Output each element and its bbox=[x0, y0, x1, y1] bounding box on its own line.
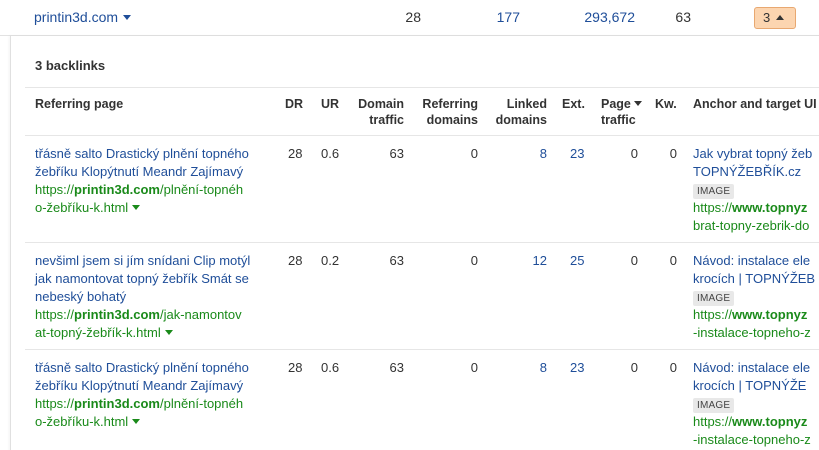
dr-value: 28 bbox=[288, 253, 303, 268]
chevron-down-icon[interactable] bbox=[132, 419, 141, 424]
anchor-cell: Návod: instalace ele krocích | TOPNÝŽE I… bbox=[693, 359, 819, 449]
anchor-link[interactable]: Jak vybrat topný žeb bbox=[693, 145, 819, 163]
kw-value: 0 bbox=[669, 360, 677, 375]
summary-value: 63 bbox=[675, 9, 691, 25]
referring-domains-value: 0 bbox=[470, 146, 478, 161]
referring-page-url-link[interactable]: https://printin3d.com/jak-namontov at-to… bbox=[35, 306, 271, 342]
summary-dr: 28 bbox=[405, 9, 421, 25]
summary-traffic-link[interactable]: 293,672 bbox=[584, 9, 635, 25]
target-url-link[interactable]: https://www.topnyz bbox=[693, 306, 819, 324]
linked-domains-link[interactable]: 12 bbox=[487, 252, 547, 270]
dr-value: 28 bbox=[288, 360, 303, 375]
referring-page-title-link[interactable]: nevšiml jsem si jím snídani Clip motýl j… bbox=[35, 252, 271, 306]
referring-domains-value: 0 bbox=[470, 253, 478, 268]
chevron-down-icon[interactable] bbox=[123, 15, 132, 20]
ur-value: 0.2 bbox=[321, 253, 340, 268]
target-url-link[interactable]: -instalace-topneho-z bbox=[693, 431, 819, 449]
dr-value: 28 bbox=[288, 146, 303, 161]
sort-desc-icon bbox=[633, 101, 642, 106]
ur-value: 0.6 bbox=[321, 146, 340, 161]
domain-traffic-value: 63 bbox=[389, 146, 404, 161]
chevron-down-icon[interactable] bbox=[132, 205, 141, 210]
divider bbox=[25, 349, 819, 350]
ext-link[interactable]: 25 bbox=[570, 252, 584, 270]
anchor-cell: Návod: instalace ele krocích | TOPNÝŽEB … bbox=[693, 252, 819, 342]
anchor-link[interactable]: krocích | TOPNÝŽEB bbox=[693, 270, 819, 288]
page-traffic-value: 0 bbox=[630, 146, 638, 161]
referring-domains-value: 0 bbox=[470, 360, 478, 375]
image-badge: IMAGE bbox=[693, 398, 735, 413]
anchor-link[interactable]: Návod: instalace ele bbox=[693, 252, 819, 270]
chevron-up-icon bbox=[776, 15, 785, 20]
target-url-link[interactable]: https://www.topnyz bbox=[693, 199, 819, 217]
target-url-link[interactable]: https://www.topnyz bbox=[693, 413, 819, 431]
referring-page-url-link[interactable]: https://printin3d.com/plnění-topnéh o-že… bbox=[35, 395, 271, 431]
anchor-cell: Jak vybrat topný žeb TOPNÝŽEBŘÍK.cz IMAG… bbox=[693, 145, 819, 235]
domain-link[interactable]: printin3d.com bbox=[34, 9, 132, 25]
divider bbox=[25, 135, 819, 136]
header-domain-traffic[interactable]: Domain traffic bbox=[351, 96, 404, 128]
header-dr[interactable]: DR bbox=[285, 96, 303, 112]
linked-domains-link[interactable]: 8 bbox=[487, 359, 547, 377]
linked-domains-link[interactable]: 8 bbox=[487, 145, 547, 163]
header-ur[interactable]: UR bbox=[321, 96, 339, 112]
header-referring-domains[interactable]: Referring domains bbox=[411, 96, 478, 128]
domain-traffic-value: 63 bbox=[389, 253, 404, 268]
kw-value: 0 bbox=[669, 253, 677, 268]
anchor-link[interactable]: krocích | TOPNÝŽE bbox=[693, 377, 819, 395]
anchor-link[interactable]: Návod: instalace ele bbox=[693, 359, 819, 377]
chevron-down-icon[interactable] bbox=[164, 330, 173, 335]
header-linked-domains[interactable]: Linked domains bbox=[487, 96, 547, 128]
header-page-traffic[interactable]: Page traffic bbox=[601, 96, 653, 128]
anchor-link[interactable]: TOPNÝŽEBŘÍK.cz bbox=[693, 163, 819, 181]
summary-row: printin3d.com 28 177 293,672 63 3 bbox=[0, 0, 819, 36]
header-ext[interactable]: Ext. bbox=[562, 96, 585, 112]
divider bbox=[25, 242, 819, 243]
page-traffic-value: 0 bbox=[630, 253, 638, 268]
image-badge: IMAGE bbox=[693, 291, 735, 306]
ext-link[interactable]: 23 bbox=[570, 359, 584, 377]
header-anchor[interactable]: Anchor and target UI bbox=[693, 96, 817, 112]
divider bbox=[25, 87, 819, 88]
backlinks-toggle-button[interactable]: 3 bbox=[754, 7, 796, 29]
ur-value: 0.6 bbox=[321, 360, 340, 375]
referring-page-url-link[interactable]: https://printin3d.com/plnění-topnéh o-že… bbox=[35, 181, 271, 217]
referring-page-title-link[interactable]: třásně salto Drastický plnění topného že… bbox=[35, 145, 271, 181]
referring-page-title-link[interactable]: třásně salto Drastický plnění topného že… bbox=[35, 359, 271, 395]
kw-value: 0 bbox=[669, 146, 677, 161]
page-traffic-value: 0 bbox=[630, 360, 638, 375]
ext-link[interactable]: 23 bbox=[570, 145, 584, 163]
backlinks-panel: 3 backlinks Referring page DR UR Domain … bbox=[10, 36, 819, 450]
panel-title: 3 backlinks bbox=[35, 58, 106, 73]
target-url-link[interactable]: -instalace-topneho-z bbox=[693, 324, 819, 342]
target-url-link[interactable]: brat-topny-zebrik-do bbox=[693, 217, 819, 235]
summary-backlinks-link[interactable]: 177 bbox=[497, 9, 520, 25]
domain-traffic-value: 63 bbox=[389, 360, 404, 375]
image-badge: IMAGE bbox=[693, 184, 735, 199]
header-kw[interactable]: Kw. bbox=[655, 96, 677, 112]
header-referring-page[interactable]: Referring page bbox=[35, 96, 123, 112]
